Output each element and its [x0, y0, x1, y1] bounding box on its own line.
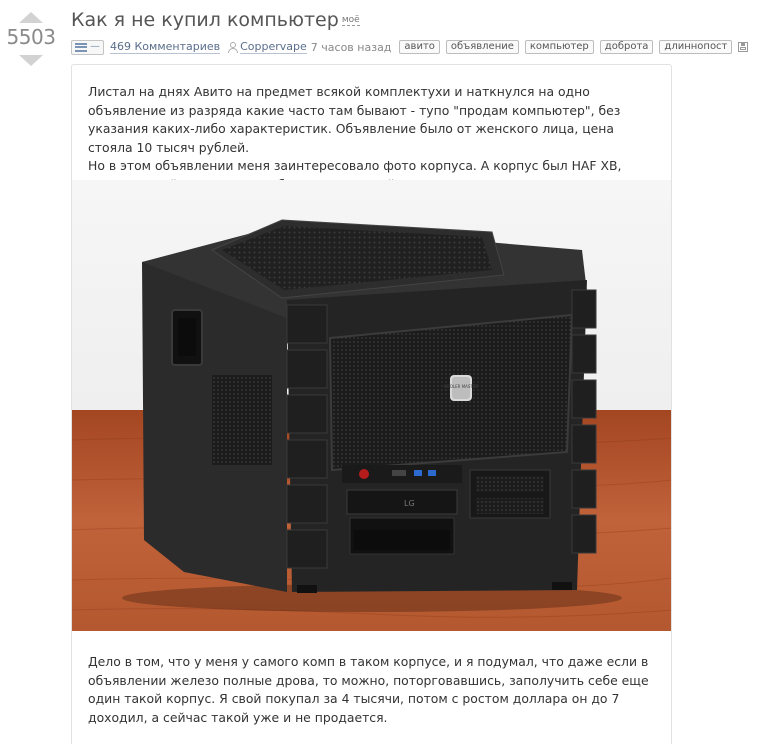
- comments-link[interactable]: 469 Комментариев: [110, 40, 221, 54]
- story-content: Листал на днях Авито на предмет всякой к…: [71, 64, 672, 744]
- case-photo: COOLER MASTER LG: [72, 180, 671, 631]
- post-title[interactable]: Как я не купил компьютер: [71, 9, 339, 31]
- downvote-arrow-icon[interactable]: [19, 55, 43, 66]
- author-link[interactable]: Coppervape: [240, 40, 307, 54]
- tag-dlinnopost[interactable]: длиннопост: [659, 40, 733, 54]
- post-time: 7 часов назад: [310, 40, 392, 54]
- lines-icon: [75, 42, 87, 52]
- case-photo-illustration: COOLER MASTER LG: [72, 180, 671, 631]
- collapse-toggle-button[interactable]: —: [71, 39, 104, 55]
- upvote-arrow-icon[interactable]: [19, 12, 43, 23]
- story-paragraph-3: Дело в том, что у меня у самого комп в т…: [88, 654, 649, 725]
- save-icon[interactable]: [738, 42, 749, 52]
- tag-avito[interactable]: авито: [399, 40, 440, 54]
- story-text-block-2: Дело в том, что у меня у самого комп в т…: [88, 653, 658, 727]
- minus-icon: —: [90, 41, 100, 52]
- tag-obyavlenie[interactable]: объявление: [445, 40, 519, 54]
- story-paragraph-1: Листал на днях Авито на предмет всякой к…: [88, 84, 621, 155]
- svg-text:LG: LG: [404, 499, 415, 508]
- post-rating: 5503: [6, 25, 56, 49]
- vote-column: 5503: [0, 8, 62, 66]
- tag-kompyuter[interactable]: компьютер: [524, 40, 594, 54]
- user-icon: [228, 41, 239, 53]
- post-title-row: Как я не купил компьютер моё: [71, 9, 360, 31]
- tag-dobrota[interactable]: доброта: [599, 40, 654, 54]
- mine-tag-link[interactable]: моё: [341, 15, 360, 26]
- story-text-block-1: Листал на днях Авито на предмет всякой к…: [88, 83, 658, 194]
- svg-text:COOLER MASTER: COOLER MASTER: [444, 384, 479, 389]
- post-meta: — 469 Комментариев Coppervape 7 часов на…: [71, 39, 749, 55]
